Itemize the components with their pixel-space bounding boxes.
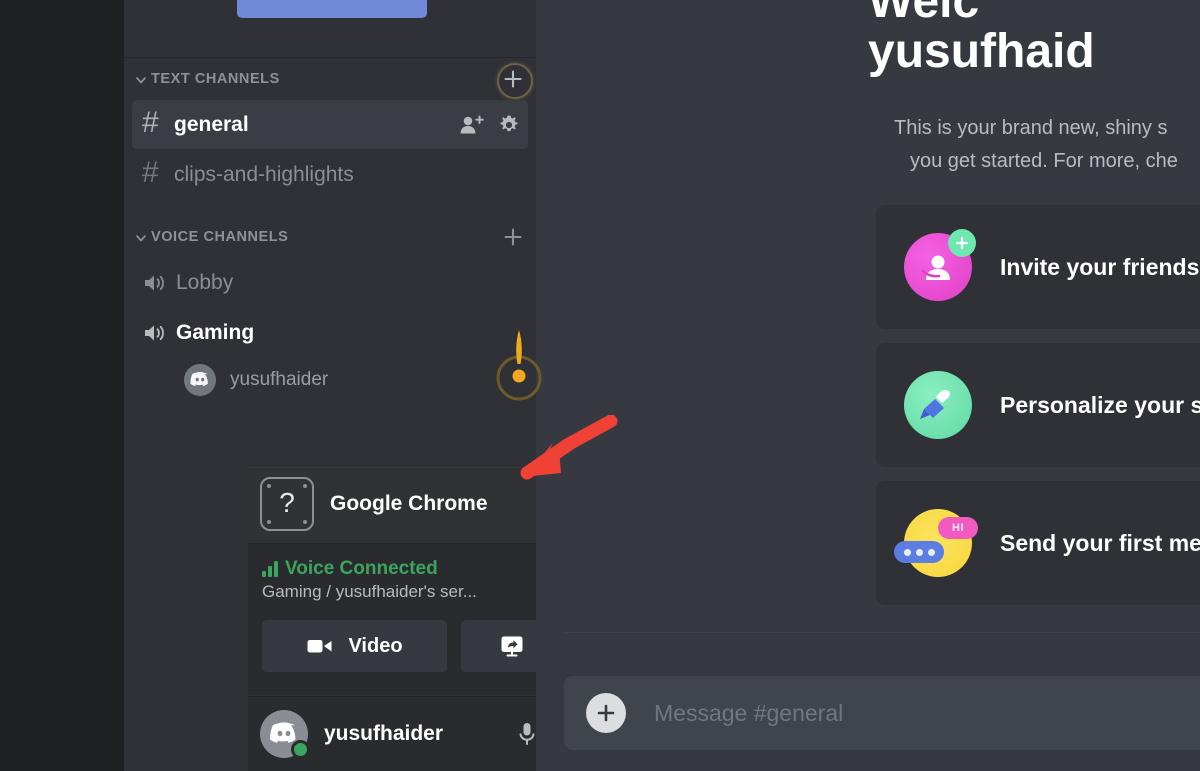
voice-channel-name: Gaming	[176, 320, 255, 344]
channel-actions	[459, 114, 520, 136]
unknown-game-icon: ?	[260, 476, 314, 531]
typing-dots-bubble	[894, 541, 944, 563]
card-label: Personalize your ser	[1000, 391, 1200, 418]
hi-bubble: HI	[938, 517, 978, 539]
card-invite-your-friends[interactable]: Invite your friends	[876, 205, 1200, 329]
speaker-icon	[142, 272, 176, 294]
chevron-down-icon	[134, 231, 148, 245]
plus-circle-icon[interactable]	[586, 693, 626, 733]
video-button-label: Video	[348, 634, 403, 657]
voice-status-text: Voice Connected	[285, 558, 438, 579]
onboarding-cards: Invite your friends Personalize your ser	[876, 205, 1200, 619]
avatar[interactable]	[260, 710, 310, 759]
category-voice-channels[interactable]: VOICE CHANNELS	[124, 217, 536, 257]
chevron-down-icon	[134, 73, 148, 87]
channel-name: clips-and-highlights	[174, 162, 354, 186]
message-composer[interactable]: Message #general	[564, 676, 1200, 750]
screen-share-icon	[499, 634, 527, 658]
welcome-description-line1: This is your brand new, shiny s	[894, 117, 1168, 139]
plus-icon	[504, 228, 522, 246]
welcome-title-line2: yusufhaid	[868, 25, 1095, 78]
category-label: VOICE CHANNELS	[151, 229, 289, 245]
channel-name: general	[174, 112, 249, 136]
game-name: Google Chrome	[330, 491, 488, 515]
speaker-icon	[142, 322, 176, 344]
voice-status: Voice Connected	[262, 558, 562, 580]
username: yusufhaider	[324, 722, 444, 745]
discord-logo-icon	[190, 372, 208, 387]
hash-icon: #	[142, 105, 159, 139]
card-send-your-first-message[interactable]: HI Send your first mess	[876, 481, 1200, 605]
voice-channel-name: Lobby	[176, 270, 234, 294]
plus-badge-icon	[948, 229, 976, 257]
chat-bubbles-badge-icon: HI	[894, 509, 978, 577]
add-voice-channel-button[interactable]	[498, 222, 528, 252]
add-text-channel-button[interactable]	[497, 63, 533, 99]
composer-divider	[564, 632, 1200, 633]
sidebar-voice-channel-gaming[interactable]: Gaming	[132, 308, 528, 357]
welcome-description: This is your brand new, shiny s you get …	[894, 112, 1200, 178]
category-label: TEXT CHANNELS	[151, 71, 280, 87]
blurple-banner-element[interactable]	[237, 0, 427, 18]
signal-strength-icon	[262, 561, 278, 577]
video-button[interactable]: Video	[262, 620, 447, 672]
sidebar-channel-clips-and-highlights[interactable]: # clips-and-highlights	[132, 150, 528, 199]
server-header-strip[interactable]	[124, 0, 536, 58]
channel-sidebar: TEXT CHANNELS # general # clips-and-high…	[124, 0, 660, 771]
card-label: Invite your friends	[1000, 253, 1200, 280]
card-label: Send your first mess	[1000, 529, 1200, 556]
discord-window: TEXT CHANNELS # general # clips-and-high…	[0, 0, 1200, 771]
question-mark-glyph: ?	[279, 486, 295, 518]
card-personalize-your-server[interactable]: Personalize your ser	[876, 343, 1200, 467]
sidebar-voice-channel-lobby[interactable]: Lobby	[132, 258, 528, 307]
video-camera-icon	[306, 636, 334, 656]
main-content: Welc yusufhaid This is your brand new, s…	[536, 0, 1200, 771]
voice-member-row[interactable]: yusufhaider	[124, 358, 536, 402]
microphone-icon[interactable]	[516, 721, 538, 747]
welcome-description-line2: you get started. For more, che	[910, 150, 1178, 172]
message-input-placeholder[interactable]: Message #general	[654, 700, 843, 727]
person-add-icon[interactable]	[459, 114, 485, 136]
gear-icon[interactable]	[498, 114, 520, 136]
sidebar-channel-general[interactable]: # general	[132, 100, 528, 149]
category-text-channels[interactable]: TEXT CHANNELS	[124, 59, 536, 99]
plus-icon	[504, 70, 522, 88]
voice-member-name: yusufhaider	[230, 369, 329, 390]
guild-rail[interactable]	[0, 0, 124, 771]
hash-icon: #	[142, 155, 159, 189]
person-add-badge-icon	[904, 229, 976, 301]
avatar	[184, 364, 216, 396]
status-badge-online	[291, 740, 310, 759]
voice-panel-info: Voice Connected Gaming / yusufhaider's s…	[262, 558, 562, 602]
voice-location-text: Gaming / yusufhaider's ser...	[262, 582, 477, 601]
paintbrush-badge-icon	[904, 371, 972, 439]
